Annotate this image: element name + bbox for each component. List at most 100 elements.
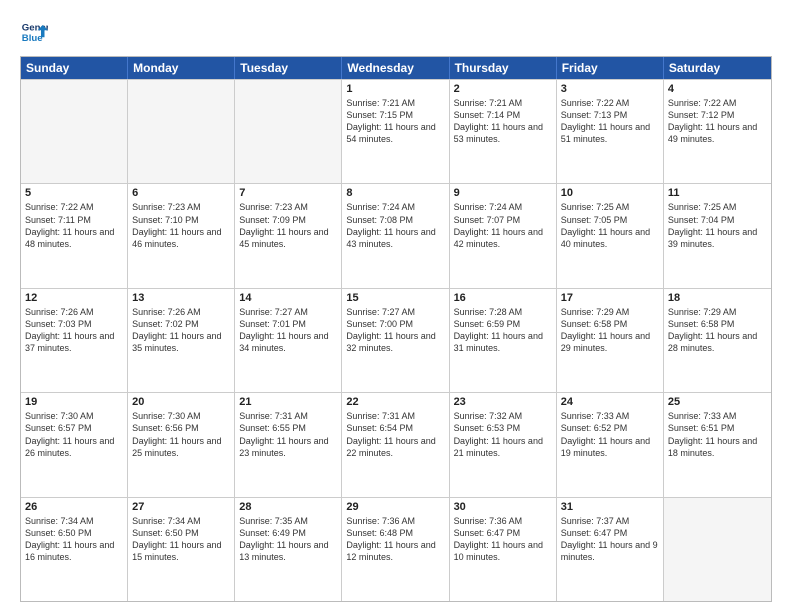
- calendar-cell: 9 Sunrise: 7:24 AMSunset: 7:07 PMDaylight…: [450, 184, 557, 287]
- calendar-cell: 16 Sunrise: 7:28 AMSunset: 6:59 PMDayligh…: [450, 289, 557, 392]
- calendar-body: 1 Sunrise: 7:21 AMSunset: 7:15 PMDaylight…: [21, 79, 771, 601]
- cell-info: Sunrise: 7:25 AMSunset: 7:04 PMDaylight:…: [668, 201, 767, 250]
- cell-info: Sunrise: 7:21 AMSunset: 7:15 PMDaylight:…: [346, 97, 444, 146]
- cell-day-number: 17: [561, 292, 659, 304]
- weekday-header: Monday: [128, 57, 235, 79]
- calendar-cell: 25 Sunrise: 7:33 AMSunset: 6:51 PMDayligh…: [664, 393, 771, 496]
- cell-info: Sunrise: 7:22 AMSunset: 7:11 PMDaylight:…: [25, 201, 123, 250]
- logo-icon: General Blue: [20, 18, 48, 46]
- cell-info: Sunrise: 7:27 AMSunset: 7:00 PMDaylight:…: [346, 306, 444, 355]
- cell-info: Sunrise: 7:36 AMSunset: 6:48 PMDaylight:…: [346, 515, 444, 564]
- cell-info: Sunrise: 7:26 AMSunset: 7:02 PMDaylight:…: [132, 306, 230, 355]
- cell-info: Sunrise: 7:32 AMSunset: 6:53 PMDaylight:…: [454, 410, 552, 459]
- calendar-cell: [235, 80, 342, 183]
- weekday-header: Thursday: [450, 57, 557, 79]
- cell-info: Sunrise: 7:33 AMSunset: 6:51 PMDaylight:…: [668, 410, 767, 459]
- cell-info: Sunrise: 7:34 AMSunset: 6:50 PMDaylight:…: [25, 515, 123, 564]
- calendar-week: 26 Sunrise: 7:34 AMSunset: 6:50 PMDayligh…: [21, 497, 771, 601]
- calendar-header: SundayMondayTuesdayWednesdayThursdayFrid…: [21, 57, 771, 79]
- cell-day-number: 18: [668, 292, 767, 304]
- cell-day-number: 8: [346, 187, 444, 199]
- cell-info: Sunrise: 7:26 AMSunset: 7:03 PMDaylight:…: [25, 306, 123, 355]
- calendar-cell: [664, 498, 771, 601]
- cell-day-number: 20: [132, 396, 230, 408]
- calendar-cell: 28 Sunrise: 7:35 AMSunset: 6:49 PMDayligh…: [235, 498, 342, 601]
- cell-day-number: 4: [668, 83, 767, 95]
- calendar-cell: 15Sunrise: 7:27 AMSunset: 7:00 PMDayligh…: [342, 289, 449, 392]
- cell-info: Sunrise: 7:33 AMSunset: 6:52 PMDaylight:…: [561, 410, 659, 459]
- cell-info: Sunrise: 7:36 AMSunset: 6:47 PMDaylight:…: [454, 515, 552, 564]
- cell-day-number: 12: [25, 292, 123, 304]
- calendar-cell: 31 Sunrise: 7:37 AMSunset: 6:47 PMDayligh…: [557, 498, 664, 601]
- calendar-week: 1 Sunrise: 7:21 AMSunset: 7:15 PMDaylight…: [21, 79, 771, 183]
- calendar-cell: [128, 80, 235, 183]
- page: General Blue SundayMondayTuesdayWednesda…: [0, 0, 792, 612]
- cell-info: Sunrise: 7:28 AMSunset: 6:59 PMDaylight:…: [454, 306, 552, 355]
- calendar-week: 12 Sunrise: 7:26 AMSunset: 7:03 PMDayligh…: [21, 288, 771, 392]
- cell-day-number: 2: [454, 83, 552, 95]
- calendar: SundayMondayTuesdayWednesdayThursdayFrid…: [20, 56, 772, 602]
- calendar-week: 5Sunrise: 7:22 AMSunset: 7:11 PMDaylight…: [21, 183, 771, 287]
- calendar-cell: 17 Sunrise: 7:29 AMSunset: 6:58 PMDayligh…: [557, 289, 664, 392]
- cell-day-number: 30: [454, 501, 552, 513]
- cell-day-number: 19: [25, 396, 123, 408]
- calendar-cell: 20Sunrise: 7:30 AMSunset: 6:56 PMDayligh…: [128, 393, 235, 496]
- cell-info: Sunrise: 7:22 AMSunset: 7:13 PMDaylight:…: [561, 97, 659, 146]
- calendar-cell: 19 Sunrise: 7:30 AMSunset: 6:57 PMDayligh…: [21, 393, 128, 496]
- calendar-cell: 24Sunrise: 7:33 AMSunset: 6:52 PMDayligh…: [557, 393, 664, 496]
- weekday-header: Wednesday: [342, 57, 449, 79]
- cell-day-number: 14: [239, 292, 337, 304]
- cell-info: Sunrise: 7:24 AMSunset: 7:08 PMDaylight:…: [346, 201, 444, 250]
- cell-info: Sunrise: 7:21 AMSunset: 7:14 PMDaylight:…: [454, 97, 552, 146]
- header: General Blue: [20, 18, 772, 46]
- cell-info: Sunrise: 7:29 AMSunset: 6:58 PMDaylight:…: [668, 306, 767, 355]
- cell-day-number: 25: [668, 396, 767, 408]
- cell-info: Sunrise: 7:22 AMSunset: 7:12 PMDaylight:…: [668, 97, 767, 146]
- cell-info: Sunrise: 7:24 AMSunset: 7:07 PMDaylight:…: [454, 201, 552, 250]
- calendar-cell: 21Sunrise: 7:31 AMSunset: 6:55 PMDayligh…: [235, 393, 342, 496]
- calendar-cell: 22Sunrise: 7:31 AMSunset: 6:54 PMDayligh…: [342, 393, 449, 496]
- calendar-cell: 10Sunrise: 7:25 AMSunset: 7:05 PMDayligh…: [557, 184, 664, 287]
- weekday-header: Friday: [557, 57, 664, 79]
- cell-day-number: 13: [132, 292, 230, 304]
- cell-day-number: 9: [454, 187, 552, 199]
- calendar-cell: [21, 80, 128, 183]
- logo: General Blue: [20, 18, 48, 46]
- cell-day-number: 23: [454, 396, 552, 408]
- svg-text:Blue: Blue: [22, 33, 43, 44]
- cell-day-number: 31: [561, 501, 659, 513]
- calendar-cell: 26 Sunrise: 7:34 AMSunset: 6:50 PMDayligh…: [21, 498, 128, 601]
- calendar-cell: 2 Sunrise: 7:21 AMSunset: 7:14 PMDaylight…: [450, 80, 557, 183]
- cell-day-number: 22: [346, 396, 444, 408]
- calendar-cell: 14 Sunrise: 7:27 AMSunset: 7:01 PMDayligh…: [235, 289, 342, 392]
- calendar-cell: 29 Sunrise: 7:36 AMSunset: 6:48 PMDayligh…: [342, 498, 449, 601]
- calendar-cell: 23 Sunrise: 7:32 AMSunset: 6:53 PMDayligh…: [450, 393, 557, 496]
- cell-day-number: 7: [239, 187, 337, 199]
- cell-info: Sunrise: 7:37 AMSunset: 6:47 PMDaylight:…: [561, 515, 659, 564]
- cell-day-number: 1: [346, 83, 444, 95]
- weekday-header: Saturday: [664, 57, 771, 79]
- calendar-cell: 4 Sunrise: 7:22 AMSunset: 7:12 PMDaylight…: [664, 80, 771, 183]
- cell-day-number: 26: [25, 501, 123, 513]
- cell-day-number: 11: [668, 187, 767, 199]
- cell-info: Sunrise: 7:29 AMSunset: 6:58 PMDaylight:…: [561, 306, 659, 355]
- calendar-cell: 7Sunrise: 7:23 AMSunset: 7:09 PMDaylight…: [235, 184, 342, 287]
- cell-day-number: 29: [346, 501, 444, 513]
- cell-info: Sunrise: 7:35 AMSunset: 6:49 PMDaylight:…: [239, 515, 337, 564]
- cell-info: Sunrise: 7:27 AMSunset: 7:01 PMDaylight:…: [239, 306, 337, 355]
- cell-info: Sunrise: 7:30 AMSunset: 6:57 PMDaylight:…: [25, 410, 123, 459]
- calendar-cell: 8 Sunrise: 7:24 AMSunset: 7:08 PMDaylight…: [342, 184, 449, 287]
- calendar-cell: 11 Sunrise: 7:25 AMSunset: 7:04 PMDayligh…: [664, 184, 771, 287]
- cell-day-number: 16: [454, 292, 552, 304]
- calendar-cell: 12 Sunrise: 7:26 AMSunset: 7:03 PMDayligh…: [21, 289, 128, 392]
- cell-day-number: 28: [239, 501, 337, 513]
- calendar-cell: 18 Sunrise: 7:29 AMSunset: 6:58 PMDayligh…: [664, 289, 771, 392]
- calendar-cell: 30 Sunrise: 7:36 AMSunset: 6:47 PMDayligh…: [450, 498, 557, 601]
- cell-day-number: 3: [561, 83, 659, 95]
- cell-day-number: 21: [239, 396, 337, 408]
- weekday-header: Tuesday: [235, 57, 342, 79]
- calendar-cell: 3 Sunrise: 7:22 AMSunset: 7:13 PMDaylight…: [557, 80, 664, 183]
- cell-info: Sunrise: 7:23 AMSunset: 7:10 PMDaylight:…: [132, 201, 230, 250]
- weekday-header: Sunday: [21, 57, 128, 79]
- cell-info: Sunrise: 7:34 AMSunset: 6:50 PMDaylight:…: [132, 515, 230, 564]
